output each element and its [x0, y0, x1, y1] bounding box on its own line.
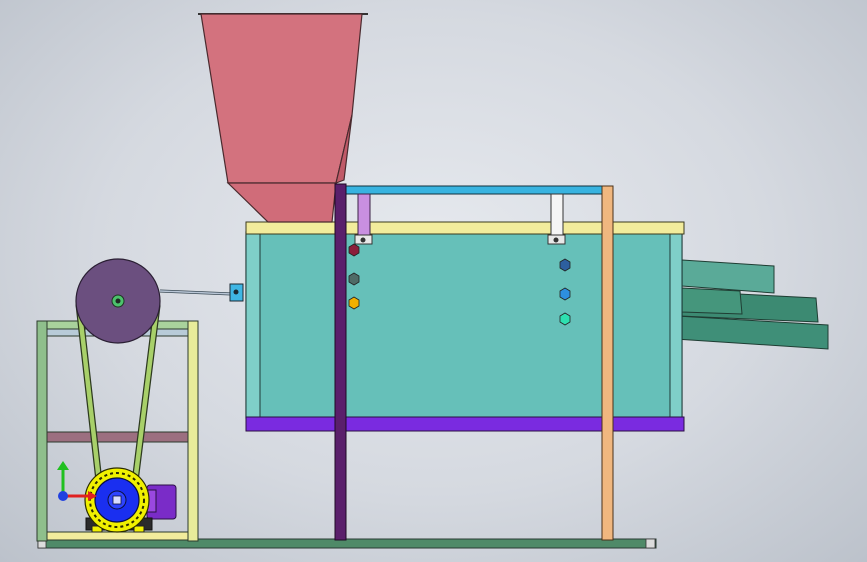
drum-hanger-right	[547, 193, 566, 245]
machine-drawing	[36, 13, 829, 549]
drum-top-rail	[245, 221, 685, 235]
drum-bottom-rail	[245, 416, 685, 432]
top-beam	[342, 185, 609, 195]
electric-motor	[84, 467, 177, 533]
drum-hanger-left	[354, 193, 373, 245]
bolt-group-right	[559, 258, 571, 326]
cad-viewport[interactable]	[0, 0, 867, 562]
crank-rod	[159, 283, 244, 302]
discharge-chute	[659, 259, 829, 350]
base-rail-end-right	[645, 538, 656, 549]
support-post-left	[334, 183, 347, 541]
drum-body	[245, 231, 683, 419]
support-post-right	[601, 185, 614, 541]
bolt-group-left	[348, 243, 360, 310]
